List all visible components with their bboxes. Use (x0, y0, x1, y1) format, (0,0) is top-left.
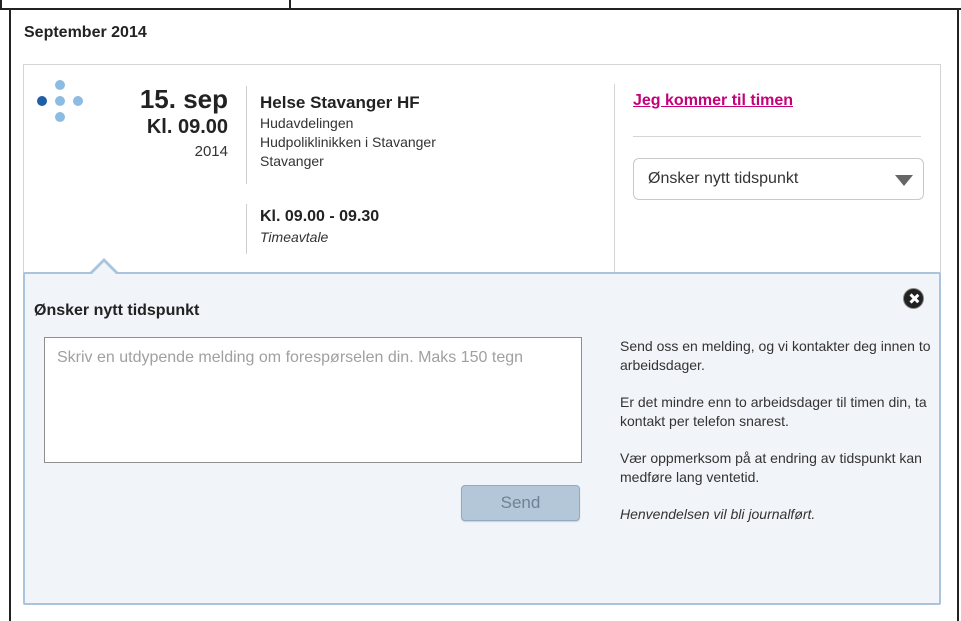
time-range: Kl. 09.00 - 09.30 (260, 208, 380, 225)
info-paragraph: Send oss en melding, og vi kontakter deg… (620, 338, 931, 373)
info-paragraph: Henvendelsen vil bli journalført. (620, 506, 816, 522)
appointment-slot: Kl. 09.00 - 09.30 Timeavtale (260, 206, 590, 247)
attend-link[interactable]: Jeg kommer til timen (633, 92, 793, 110)
panel-title: Ønsker nytt tidspunkt (34, 302, 200, 319)
chevron-down-icon (895, 175, 913, 186)
appointment-type: Timeavtale (260, 229, 329, 245)
appointment-year: 2014 (194, 143, 228, 160)
provider-name: Helse Stavanger HF (260, 93, 420, 112)
info-text: Send oss en melding, og vi kontakter deg… (620, 337, 935, 542)
send-button[interactable]: Send (461, 485, 580, 521)
appointment-day: 15. sep (139, 84, 228, 114)
divider (633, 136, 921, 137)
clinic: Hudpoliklinikken i Stavanger (260, 134, 436, 150)
info-paragraph: Er det mindre enn to arbeidsdager til ti… (620, 394, 927, 429)
reschedule-select[interactable]: Ønsker nytt tidspunkt (633, 158, 924, 200)
provider-info: Helse Stavanger HF Hudavdelingen Hudpoli… (260, 92, 590, 171)
message-input[interactable] (44, 337, 582, 463)
select-value: Ønsker nytt tidspunkt (648, 170, 799, 187)
divider (246, 86, 247, 184)
panel-pointer-fill (92, 262, 116, 274)
month-header: September 2014 (24, 24, 147, 41)
appointment-date: 15. sep Kl. 09.00 2014 (100, 84, 228, 163)
appointment-time: Kl. 09.00 (146, 116, 228, 138)
divider (614, 84, 615, 272)
close-icon[interactable] (903, 288, 924, 309)
city: Stavanger (260, 153, 324, 169)
department: Hudavdelingen (260, 115, 354, 131)
dots-logo-icon (37, 80, 87, 128)
info-paragraph: Vær oppmerksom på at endring av tidspunk… (620, 450, 922, 485)
divider (246, 204, 247, 254)
